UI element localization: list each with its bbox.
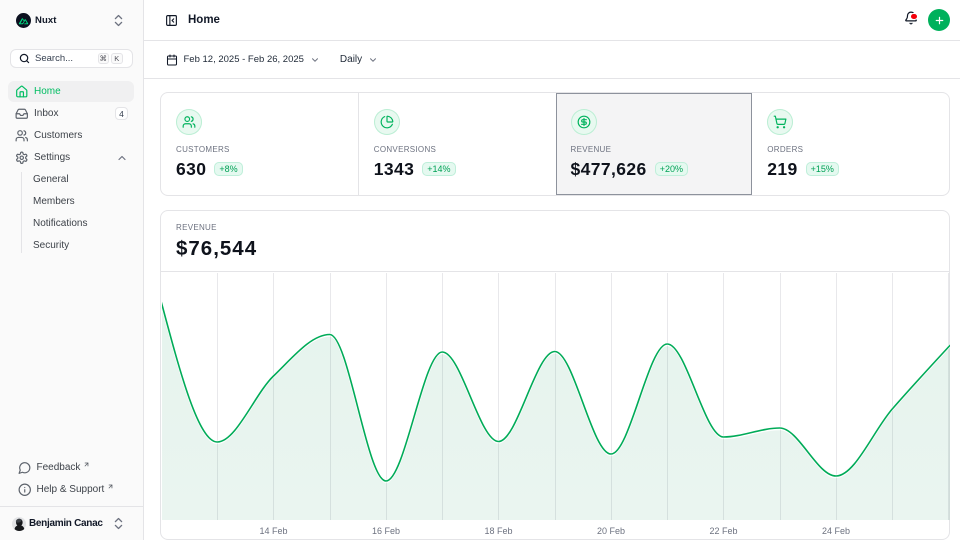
svg-text:24 Feb: 24 Feb — [822, 526, 850, 536]
svg-text:16 Feb: 16 Feb — [372, 526, 400, 536]
svg-text:22 Feb: 22 Feb — [709, 526, 737, 536]
svg-text:20 Feb: 20 Feb — [597, 526, 625, 536]
svg-text:14 Feb: 14 Feb — [259, 526, 287, 536]
svg-text:18 Feb: 18 Feb — [484, 526, 512, 536]
